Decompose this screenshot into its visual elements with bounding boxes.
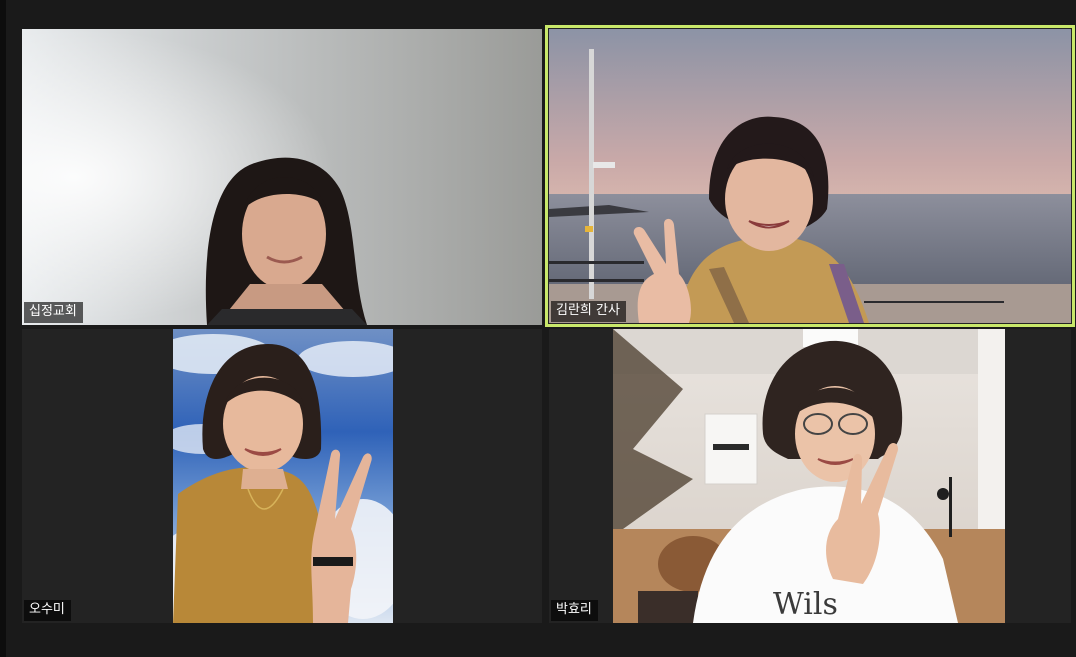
participant-video-2 — [549, 29, 1071, 323]
participant-video-1 — [22, 29, 542, 325]
participant-name-label: 십정교회 — [24, 302, 83, 323]
participant-tile-3[interactable]: 오수미 — [22, 329, 542, 623]
window-edge — [0, 0, 6, 657]
participant-name-label: 김란희 간사 — [551, 301, 626, 322]
participant-video-3 — [173, 329, 393, 623]
participant-tile-1[interactable]: 십정교회 — [22, 29, 542, 325]
participant-name-label: 박효리 — [551, 600, 598, 621]
svg-text:Wils: Wils — [773, 587, 838, 622]
participant-tile-4[interactable]: Wils 박효리 — [549, 329, 1071, 623]
participant-tile-2[interactable]: 김란희 간사 — [545, 25, 1075, 327]
gallery-view: 십정교회 김란희 간사 오수미 Wils 박효리 — [0, 0, 1076, 657]
participant-video-4: Wils — [613, 329, 1005, 623]
participant-name-label: 오수미 — [24, 600, 71, 621]
